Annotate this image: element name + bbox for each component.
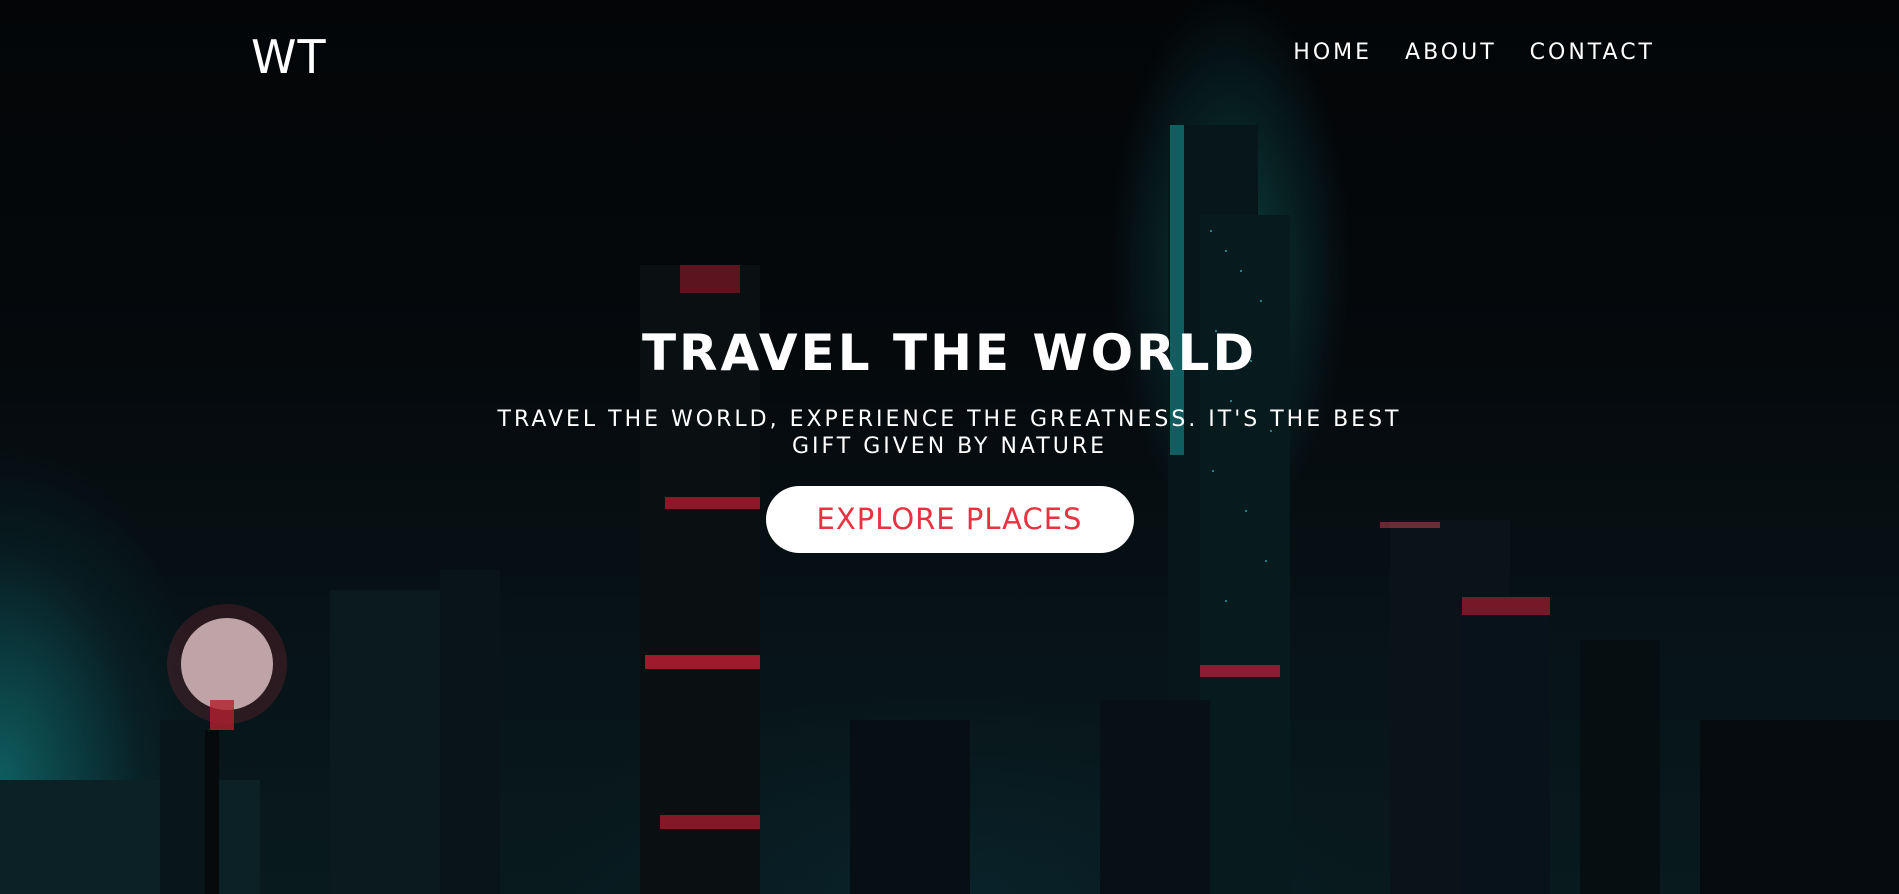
nav-link-about[interactable]: ABOUT (1405, 40, 1497, 65)
top-navigation-bar: WT HOME ABOUT CONTACT (0, 0, 1899, 110)
hero-subtitle: TRAVEL THE WORLD, EXPERIENCE THE GREATNE… (497, 407, 1402, 459)
site-logo[interactable]: WT (251, 30, 327, 84)
hero-content: TRAVEL THE WORLD TRAVEL THE WORLD, EXPER… (0, 322, 1899, 553)
explore-places-button[interactable]: EXPLORE PLACES (765, 486, 1134, 553)
nav-link-home[interactable]: HOME (1293, 40, 1372, 65)
hero-title: TRAVEL THE WORLD (641, 324, 1258, 382)
main-nav: HOME ABOUT CONTACT (1293, 40, 1655, 65)
nav-link-contact[interactable]: CONTACT (1530, 40, 1655, 65)
hero-section: WT HOME ABOUT CONTACT TRAVEL THE WORLD T… (0, 0, 1899, 894)
